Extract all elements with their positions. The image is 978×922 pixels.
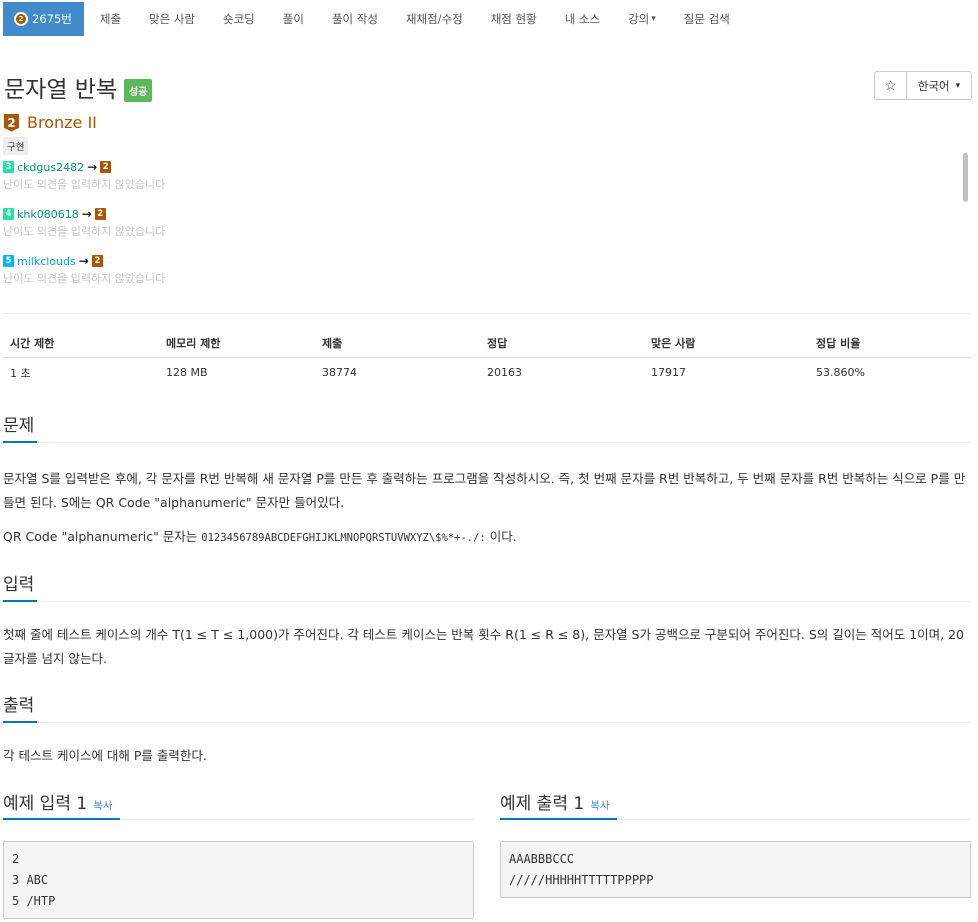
table-header: 메모리 제한 bbox=[159, 330, 315, 358]
difficulty-opinions: 3 ckdgus2482 → 2 난이도 의견을 입력하지 않았습니다 4 kh… bbox=[3, 160, 971, 300]
table-cell: 128 MB bbox=[166, 366, 208, 380]
caret-down-icon: ▾ bbox=[955, 80, 961, 90]
opinion-text: 난이도 의견을 입력하지 않았습니다 bbox=[3, 178, 166, 191]
opinion-user-link[interactable]: khk080618 bbox=[17, 208, 79, 221]
top-nav: 2 2675번 제출 맞은 사람 숏코딩 풀이 풀이 작성 재채점/수정 채점 … bbox=[3, 2, 730, 36]
section-divider bbox=[3, 442, 971, 443]
nav-question-search[interactable]: 질문 검색 bbox=[684, 2, 730, 36]
nav-lectures-dropdown[interactable]: 강의 bbox=[628, 2, 656, 36]
output-section-title: 출력 bbox=[3, 696, 35, 716]
table-header: 시간 제한 bbox=[3, 330, 159, 358]
table-header: 맞은 사람 bbox=[644, 330, 809, 358]
opinion-text: 난이도 의견을 입력하지 않았습니다 bbox=[3, 225, 166, 238]
problem-description-charset: QR Code "alphanumeric" 문자는 0123456789ABC… bbox=[3, 525, 971, 550]
nav-submit[interactable]: 제출 bbox=[100, 2, 121, 36]
arrow-right-icon: → bbox=[87, 160, 98, 174]
algorithm-tag[interactable]: 구현 bbox=[3, 137, 29, 155]
input-description: 첫째 줄에 테스트 케이스의 개수 T(1 ≤ T ≤ 1,000)가 주어진다… bbox=[3, 627, 965, 666]
silver-tier-icon: 3 bbox=[3, 161, 14, 173]
section-divider bbox=[3, 601, 971, 602]
bronze-tier-icon: 2 bbox=[100, 161, 112, 173]
table-cell: 20163 bbox=[487, 366, 522, 380]
table-header: 정답 bbox=[480, 330, 644, 358]
input-section-title: 입력 bbox=[3, 575, 35, 595]
nav-status-label: 채점 현황 bbox=[490, 12, 537, 26]
nav-write-solution-label: 풀이 작성 bbox=[331, 12, 378, 26]
charset-prefix: QR Code "alphanumeric" 문자는 bbox=[3, 529, 198, 544]
section-underline bbox=[3, 600, 37, 602]
nav-solutions-label: 풀이 bbox=[282, 12, 304, 26]
bronze-tier-icon: 2 bbox=[91, 255, 103, 267]
nav-rejudge-label: 재채점/수정 bbox=[405, 12, 463, 26]
problem-section-title: 문제 bbox=[3, 416, 35, 436]
divider bbox=[3, 313, 971, 314]
language-label: 한국어 bbox=[917, 80, 950, 93]
nav-submit-label: 제출 bbox=[99, 12, 122, 26]
table-header-row: 시간 제한 메모리 제한 제출 정답 맞은 사람 정답 비율 bbox=[3, 330, 971, 358]
sample-output-title: 예제 출력 1 복사 bbox=[500, 789, 610, 814]
page-title: 문자열 반복 bbox=[4, 77, 118, 103]
copy-sample-output-link[interactable]: 복사 bbox=[590, 800, 609, 812]
table-cell: 1 초 bbox=[10, 366, 31, 380]
star-icon: ☆ bbox=[884, 77, 897, 93]
nav-solutions[interactable]: 풀이 bbox=[283, 2, 304, 36]
nav-question-search-label: 질문 검색 bbox=[683, 12, 730, 26]
table-cell: 53.860% bbox=[816, 366, 865, 380]
silver-tier-icon: 4 bbox=[3, 208, 14, 220]
opinion-user-link[interactable]: milkclouds bbox=[17, 255, 76, 268]
problem-info-table: 시간 제한 메모리 제한 제출 정답 맞은 사람 정답 비율 1 초 128 M… bbox=[3, 330, 971, 388]
section-underline bbox=[3, 721, 37, 723]
nav-write-solution[interactable]: 풀이 작성 bbox=[332, 2, 378, 36]
nav-lectures-label: 강의 bbox=[628, 12, 650, 26]
nav-short-coding-label: 숏코딩 bbox=[223, 12, 255, 26]
charset-code: 0123456789ABCDEFGHIJKLMNOPQRSTUVWXYZ\$%*… bbox=[201, 532, 486, 544]
nav-my-source-label: 내 소스 bbox=[564, 12, 601, 26]
star-button[interactable]: ☆ bbox=[874, 71, 907, 100]
nav-my-source[interactable]: 내 소스 bbox=[565, 2, 600, 36]
sample-input-title: 예제 입력 1 복사 bbox=[3, 789, 113, 814]
opinion-text: 난이도 의견을 입력하지 않았습니다 bbox=[3, 272, 166, 285]
table-header: 제출 bbox=[315, 330, 480, 358]
arrow-right-icon: → bbox=[78, 254, 89, 268]
table-header: 정답 비율 bbox=[809, 330, 971, 358]
section-underline bbox=[500, 818, 617, 820]
copy-sample-input-link[interactable]: 복사 bbox=[93, 800, 112, 812]
opinion-item: 3 ckdgus2482 → 2 난이도 의견을 입력하지 않았습니다 bbox=[3, 160, 971, 207]
bronze-tier-icon: 2 bbox=[14, 12, 28, 26]
nav-solved-users[interactable]: 맞은 사람 bbox=[149, 2, 195, 36]
opinion-user-link[interactable]: ckdgus2482 bbox=[17, 161, 84, 174]
language-dropdown[interactable]: 한국어 ▾ bbox=[906, 71, 972, 100]
charset-suffix: 이다. bbox=[489, 529, 517, 544]
nav-status[interactable]: 채점 현황 bbox=[491, 2, 537, 36]
section-underline bbox=[3, 818, 120, 820]
table-row: 1 초 128 MB 38774 20163 17917 53.860% bbox=[3, 357, 971, 388]
opinion-item: 4 khk080618 → 2 난이도 의견을 입력하지 않았습니다 bbox=[3, 207, 971, 254]
bronze-tier-icon: 2 bbox=[4, 113, 19, 132]
nav-short-coding[interactable]: 숏코딩 bbox=[223, 2, 255, 36]
sample-output-box[interactable]: AAABBBCCC /////HHHHHTTTTTPPPPP bbox=[500, 841, 971, 898]
sample-output-title-text: 예제 출력 1 bbox=[500, 794, 585, 814]
sample-input-box[interactable]: 2 3 ABC 5 /HTP bbox=[3, 841, 474, 919]
tier-row: 2 Bronze II bbox=[4, 113, 97, 132]
opinion-item: 5 milkclouds → 2 난이도 의견을 입력하지 않았습니다 bbox=[3, 254, 971, 300]
nav-problem-label: 2675번 bbox=[32, 12, 72, 26]
tier-name[interactable]: Bronze II bbox=[27, 113, 97, 132]
nav-rejudge[interactable]: 재채점/수정 bbox=[406, 2, 463, 36]
table-cell: 38774 bbox=[322, 366, 357, 380]
sample-input-title-text: 예제 입력 1 bbox=[3, 794, 88, 814]
nav-problem-number[interactable]: 2 2675번 bbox=[3, 2, 84, 36]
nav-solved-users-label: 맞은 사람 bbox=[149, 12, 196, 26]
result-badge: 성공 bbox=[124, 79, 153, 102]
silver-tier-icon: 5 bbox=[3, 255, 14, 267]
section-divider bbox=[3, 722, 971, 723]
bronze-tier-icon: 2 bbox=[94, 208, 106, 220]
section-underline bbox=[3, 441, 37, 443]
problem-description: 문자열 S를 입력받은 후에, 각 문자를 R번 반복해 새 문자열 P를 만든… bbox=[3, 471, 966, 510]
table-cell: 17917 bbox=[651, 366, 686, 380]
arrow-right-icon: → bbox=[81, 207, 92, 221]
output-description: 각 테스트 케이스에 대해 P를 출력한다. bbox=[3, 748, 207, 763]
opinions-scrollbar[interactable] bbox=[963, 153, 968, 202]
